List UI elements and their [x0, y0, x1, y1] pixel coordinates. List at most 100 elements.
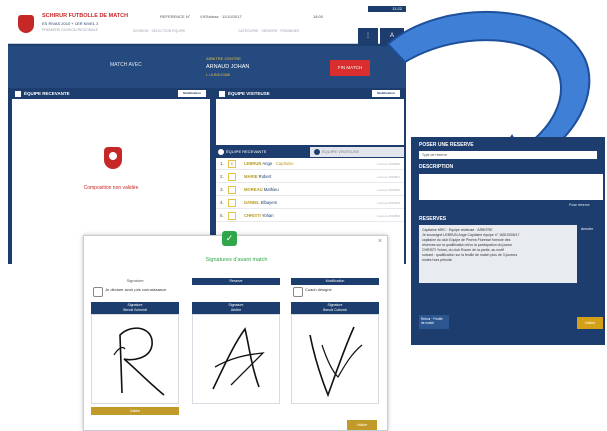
player-number: 4.	[220, 200, 224, 205]
top-bar: SCHIRUR FUTBOLLE DE MATCH ES RIVAS 2010 …	[8, 6, 406, 44]
player-last: Yohan	[261, 213, 274, 218]
player-checkbox[interactable]	[228, 186, 236, 194]
player-checkbox[interactable]	[228, 212, 236, 220]
team-tabs: ÉQUIPE RECEVANTE ÉQUIPE VISITEUSE	[216, 147, 404, 157]
player-first: LEBRUN	[244, 161, 262, 166]
signature-column-away: Modification Coach désigné Signature Ben…	[291, 278, 379, 408]
signature-title: Signatures d'avant match	[205, 257, 268, 263]
home-tab-icon	[218, 149, 224, 155]
referee-name: ARNAUD JOHAN	[206, 64, 250, 70]
signature-column-referee: Reserve Signature Arbitre	[192, 278, 280, 408]
crest-dot	[109, 152, 117, 160]
away-team-icon	[219, 90, 225, 97]
signature-pad[interactable]	[192, 314, 280, 404]
player-name: CHRISTI Yohan	[244, 210, 274, 222]
player-role: · Capitaine	[273, 161, 294, 166]
player-name: LEBRUN Ange · Capitaine	[244, 158, 294, 170]
player-first: MARIE	[244, 174, 258, 179]
app-subtitle-2: PREMIERE DIVISION REGIONALE	[42, 28, 99, 32]
signature-head: Signature Benoit Schmidt	[91, 302, 179, 314]
away-team-title: ÉQUIPE VISITEUSE	[228, 91, 270, 96]
back-to-sheet-button[interactable]: Retour · Feuille de match	[419, 315, 449, 329]
signature-a-drawing	[212, 327, 265, 390]
referee-role: ARBITRE CENTRE	[206, 56, 241, 61]
composition-status: Composition non validée	[83, 185, 139, 191]
check-icon: ✓	[222, 231, 237, 246]
player-name: MOREAU Mathieu	[244, 184, 279, 196]
referee-league: L.I.A.BOLDOMI	[206, 73, 231, 77]
description-input[interactable]	[419, 174, 603, 200]
end-match-button[interactable]: FIN MATCH	[330, 60, 370, 76]
column-label: Signature	[126, 278, 144, 283]
signature-pad[interactable]	[291, 314, 379, 404]
signature-label: Signature	[127, 303, 143, 307]
player-checkbox[interactable]	[228, 173, 236, 181]
reserve-title: POSER UNE RÉSERVE	[419, 142, 474, 148]
signature-label: Signature	[228, 303, 244, 307]
player-checkbox[interactable]	[228, 199, 236, 207]
signer-name: Benoit Collomb	[323, 308, 347, 312]
signer-name: Benoit Schmidt	[123, 308, 147, 312]
coach-checkbox[interactable]	[293, 287, 303, 297]
list-item[interactable]: 1. C LEBRUN Ange · Capitaine Licence 254…	[216, 158, 404, 170]
list-item[interactable]: 2. MARIE Robert Licence 2546891	[216, 171, 404, 183]
tab-label: ÉQUIPE VISITEUSE	[322, 149, 360, 154]
match-bar: MATCH AVEC ARBITRE CENTRE ARNAUD JOHAN L…	[8, 46, 406, 88]
signature-column-home: Signature Je déclare avoir pris connaiss…	[91, 278, 179, 408]
post-reserve-button[interactable]: Pose réserve	[569, 203, 590, 207]
player-name: DANIEL Elbayem	[244, 197, 277, 209]
player-checkbox[interactable]: C	[228, 160, 236, 168]
player-number: 5.	[220, 213, 224, 218]
player-first: CHRISTI	[244, 213, 261, 218]
reserves-title: RÉSERVES	[419, 216, 447, 222]
player-licence: Licence 2546893	[377, 201, 400, 205]
app-subtitle: ES RIVAS 2010 + 1ER NIVEL 3	[42, 21, 99, 26]
app-title: SCHIRUR FUTBOLLE DE MATCH	[42, 13, 129, 19]
home-modify-button[interactable]: Modification	[178, 90, 206, 97]
column-bar: Reserve	[192, 278, 280, 285]
tab-home-team[interactable]: ÉQUIPE RECEVANTE	[216, 147, 310, 157]
reserve-type-select[interactable]: Type de réserve	[419, 151, 597, 159]
reserve-line: mutés hors période	[422, 258, 452, 262]
category-info: CATÉGORIE · SENIORS · FÉMININES	[238, 29, 300, 33]
player-number: 1.	[220, 161, 224, 166]
home-team-title: ÉQUIPE RECEVANTE	[24, 91, 70, 96]
signature-r-drawing	[113, 327, 165, 396]
home-team-header: ÉQUIPE RECEVANTE Modification	[12, 89, 210, 98]
signature-label: Signature	[327, 303, 343, 307]
close-icon[interactable]: ×	[378, 238, 382, 245]
signature-pad[interactable]	[91, 314, 179, 404]
signer-name: Arbitre	[230, 308, 242, 312]
description-title: DESCRIPTION	[419, 164, 454, 170]
menu-button[interactable]: ⋮	[358, 28, 378, 44]
validate-reserve-button[interactable]: Valider	[577, 317, 603, 329]
declaration-checkbox[interactable]	[93, 287, 103, 297]
away-team-header: ÉQUIPE VISITEUSE Modification	[216, 89, 404, 98]
signature-head: Signature Benoit Collomb	[291, 302, 379, 314]
match-reference-value: VIGNobas · 11/10/2017	[200, 14, 242, 19]
validate-signatures-button[interactable]: Valider	[347, 420, 377, 430]
list-item[interactable]: 3. MOREAU Mathieu Licence 2546892	[216, 184, 404, 196]
column-bar: Modification	[291, 278, 379, 285]
match-sheet-screen: SCHIRUR FUTBOLLE DE MATCH ES RIVAS 2010 …	[8, 6, 406, 264]
player-last: Mathieu	[263, 187, 279, 192]
coach-text: Coach désigné	[305, 287, 332, 292]
player-last: Robert	[258, 174, 272, 179]
division-info: DIVISION · SÉLECTION ÉQUIPE	[133, 29, 186, 33]
club-logo	[18, 15, 34, 33]
player-last: Elbayem	[260, 200, 278, 205]
away-tab-icon	[314, 149, 320, 155]
match-label: MATCH AVEC	[110, 62, 142, 68]
signature-modal: ✓ × Signatures d'avant match Signature J…	[83, 231, 388, 431]
match-reference-label: REFERENCE N°	[160, 14, 191, 19]
tab-label: ÉQUIPE RECEVANTE	[226, 149, 267, 154]
player-last: Ange	[262, 161, 273, 166]
signature-head: Signature Arbitre	[192, 302, 280, 314]
signature-v-drawing	[309, 326, 363, 398]
home-validate-button[interactable]: Valider	[91, 407, 179, 415]
list-item[interactable]: 4. DANIEL Elbayem Licence 2546893	[216, 197, 404, 209]
home-team-icon	[15, 90, 21, 97]
match-time: 18:00	[313, 14, 324, 19]
list-item[interactable]: 5. CHRISTI Yohan Licence 2546894	[216, 210, 404, 222]
cancel-reserve-button[interactable]: Annuler	[581, 227, 593, 231]
